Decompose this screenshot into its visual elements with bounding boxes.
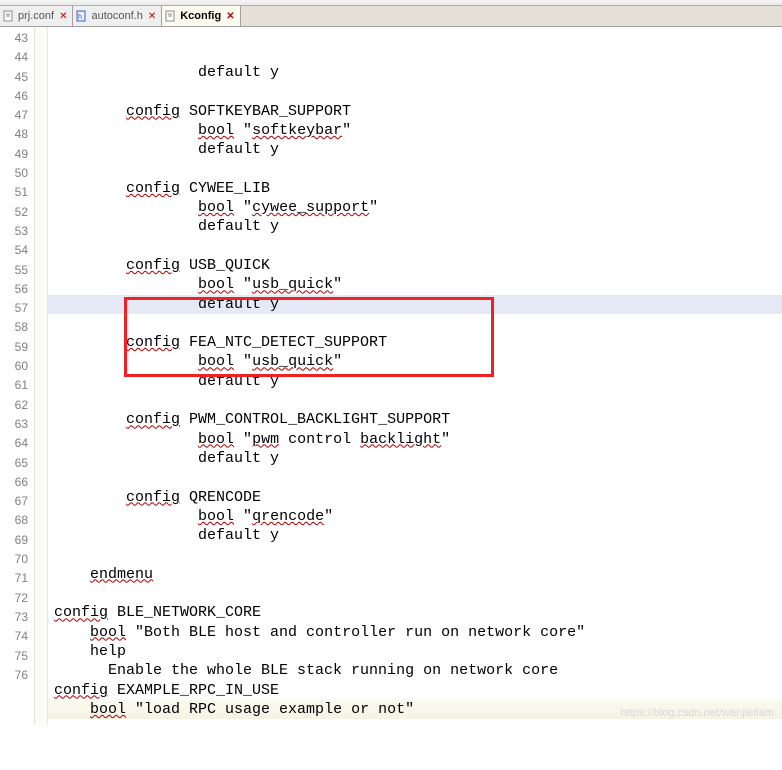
code-line[interactable]: help: [48, 642, 782, 661]
line-number: 56: [0, 280, 28, 299]
code-line[interactable]: default y: [48, 217, 782, 236]
line-number: 50: [0, 164, 28, 183]
line-number: 65: [0, 454, 28, 473]
code-line[interactable]: [48, 82, 782, 101]
code-line[interactable]: default y: [48, 295, 782, 314]
code-line[interactable]: default y: [48, 63, 782, 82]
code-line[interactable]: default y: [48, 449, 782, 468]
line-number: 46: [0, 87, 28, 106]
line-number: 59: [0, 338, 28, 357]
code-line[interactable]: [48, 237, 782, 256]
line-number: 44: [0, 48, 28, 67]
line-number: 51: [0, 183, 28, 202]
file-header-icon: h: [76, 10, 88, 22]
close-icon[interactable]: ✕: [148, 11, 156, 22]
editor: 4344454647484950515253545556575859606162…: [0, 27, 782, 725]
code-line[interactable]: default y: [48, 372, 782, 391]
line-number: 70: [0, 550, 28, 569]
line-number: 71: [0, 569, 28, 588]
code-line[interactable]: [48, 159, 782, 178]
tab-bar: prj.conf ✕ h autoconf.h ✕ Kconfig ✕: [0, 6, 782, 27]
line-number: 48: [0, 125, 28, 144]
tab-kconfig[interactable]: Kconfig ✕: [162, 6, 240, 26]
code-line[interactable]: config SOFTKEYBAR_SUPPORT: [48, 102, 782, 121]
line-number: 60: [0, 357, 28, 376]
code-line[interactable]: config FEA_NTC_DETECT_SUPPORT: [48, 333, 782, 352]
code-line[interactable]: [48, 584, 782, 603]
close-icon[interactable]: ✕: [226, 11, 234, 22]
line-number: 72: [0, 589, 28, 608]
code-line[interactable]: [48, 391, 782, 410]
code-line[interactable]: bool "load RPC usage example or not": [48, 700, 782, 719]
line-number: 57: [0, 299, 28, 318]
file-text-icon: [3, 10, 15, 22]
code-line[interactable]: config EXAMPLE_RPC_IN_USE: [48, 681, 782, 700]
code-line[interactable]: bool "pwm control backlight": [48, 430, 782, 449]
line-number: 54: [0, 241, 28, 260]
code-line[interactable]: endmenu: [48, 565, 782, 584]
code-line[interactable]: bool "usb_quick": [48, 352, 782, 371]
code-line[interactable]: config CYWEE_LIB: [48, 179, 782, 198]
line-number: 53: [0, 222, 28, 241]
line-number: 69: [0, 531, 28, 550]
code-line[interactable]: default y: [48, 140, 782, 159]
svg-text:h: h: [78, 14, 82, 21]
line-number: 73: [0, 608, 28, 627]
code-line[interactable]: bool "qrencode": [48, 507, 782, 526]
file-text-icon: [165, 10, 177, 22]
line-number: 67: [0, 492, 28, 511]
code-line[interactable]: [48, 468, 782, 487]
line-number: 62: [0, 396, 28, 415]
code-line[interactable]: config QRENCODE: [48, 488, 782, 507]
tab-label: autoconf.h: [91, 10, 142, 22]
line-number: 49: [0, 145, 28, 164]
code-line[interactable]: bool "Both BLE host and controller run o…: [48, 623, 782, 642]
code-line[interactable]: bool "cywee_support": [48, 198, 782, 217]
line-number: 47: [0, 106, 28, 125]
line-number: 68: [0, 511, 28, 530]
code-line[interactable]: config PWM_CONTROL_BACKLIGHT_SUPPORT: [48, 410, 782, 429]
code-line[interactable]: config USB_QUICK: [48, 256, 782, 275]
code-line[interactable]: [48, 545, 782, 564]
line-number: 75: [0, 647, 28, 666]
line-number: 43: [0, 29, 28, 48]
line-number: 64: [0, 434, 28, 453]
code-line[interactable]: default y: [48, 526, 782, 545]
line-number: 66: [0, 473, 28, 492]
code-line[interactable]: Enable the whole BLE stack running on ne…: [48, 661, 782, 680]
tab-label: prj.conf: [18, 10, 54, 22]
line-number: 55: [0, 261, 28, 280]
line-number-gutter: 4344454647484950515253545556575859606162…: [0, 27, 35, 725]
line-number: 58: [0, 318, 28, 337]
code-line[interactable]: bool "softkeybar": [48, 121, 782, 140]
line-number: 74: [0, 627, 28, 646]
line-number: 63: [0, 415, 28, 434]
tab-prj-conf[interactable]: prj.conf ✕: [0, 6, 73, 26]
code-area[interactable]: default y config SOFTKEYBAR_SUPPORT bool…: [48, 27, 782, 725]
line-number: 76: [0, 666, 28, 685]
fold-column: [35, 27, 48, 725]
code-line[interactable]: config BLE_NETWORK_CORE: [48, 603, 782, 622]
line-number: 45: [0, 68, 28, 87]
close-icon[interactable]: ✕: [59, 11, 67, 22]
tab-label: Kconfig: [180, 10, 221, 22]
code-line[interactable]: bool "usb_quick": [48, 275, 782, 294]
tab-autoconf[interactable]: h autoconf.h ✕: [73, 6, 162, 26]
line-number: 61: [0, 376, 28, 395]
code-line[interactable]: [48, 314, 782, 333]
line-number: 52: [0, 203, 28, 222]
